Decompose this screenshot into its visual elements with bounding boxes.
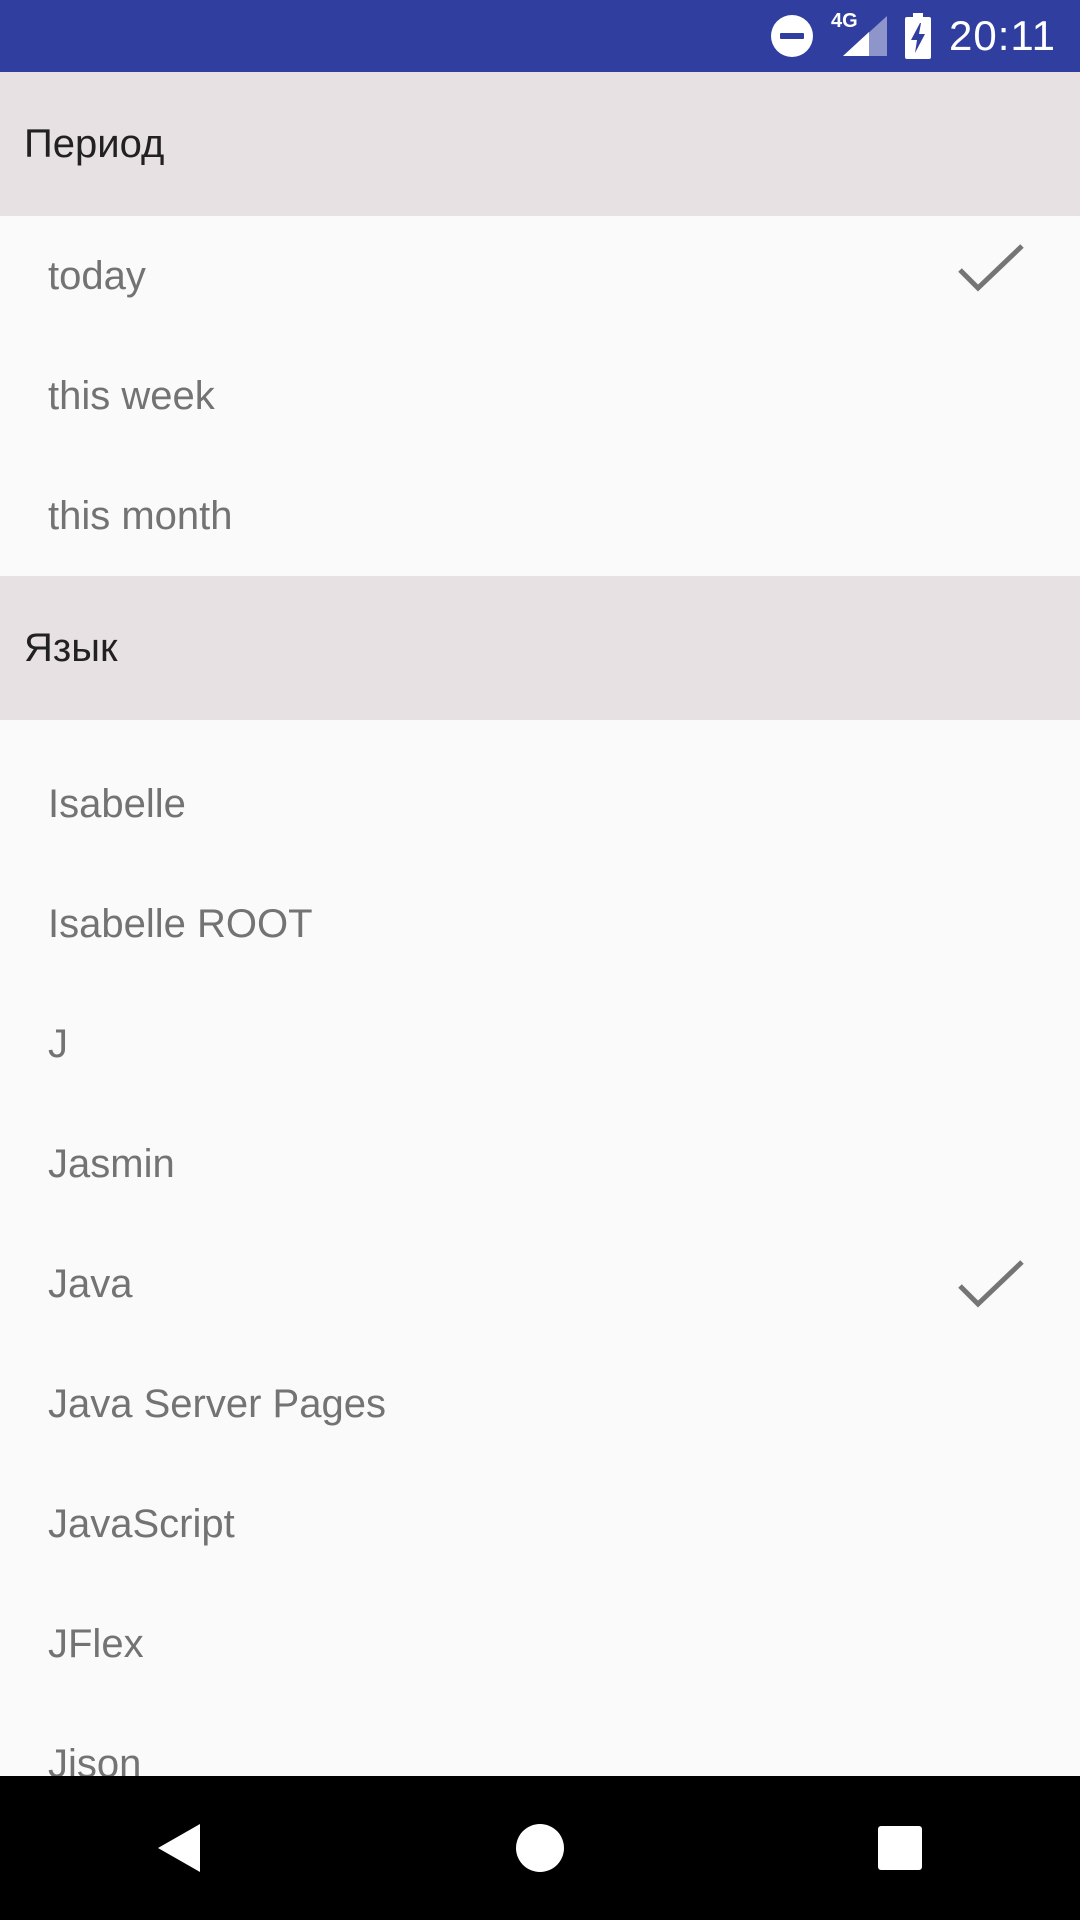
list-item-label: today <box>48 254 146 298</box>
home-icon <box>516 1824 564 1872</box>
list-item-label: Jison <box>48 1741 142 1777</box>
section-title-language: Язык <box>24 625 118 670</box>
back-icon <box>158 1824 200 1872</box>
list-item-isabelle[interactable]: Isabelle <box>0 744 1080 864</box>
list-item-label: JFlex <box>48 1621 144 1666</box>
list-item-java-server-pages[interactable]: Java Server Pages <box>0 1344 1080 1464</box>
recents-icon <box>878 1826 922 1870</box>
list-item-javascript[interactable]: JavaScript <box>0 1464 1080 1584</box>
list-item-jasmin[interactable]: Jasmin <box>0 1104 1080 1224</box>
list-item-this-week[interactable]: this week <box>0 336 1080 456</box>
list-item-label: this week <box>48 373 215 418</box>
list-item-jison[interactable]: Jison <box>0 1704 1080 1777</box>
list-item-label: J <box>48 1021 68 1066</box>
list-item-label: this month <box>48 493 233 538</box>
do-not-disturb-icon <box>771 15 813 57</box>
list-item-label: Isabelle ROOT <box>48 901 313 946</box>
clock: 20:11 <box>949 12 1056 59</box>
filter-list[interactable]: Период today this week this month Язык I… <box>0 72 1080 1776</box>
list-item-today[interactable]: today <box>0 216 1080 336</box>
recents-button[interactable] <box>855 1803 945 1893</box>
list-item-jflex[interactable]: JFlex <box>0 1584 1080 1704</box>
list-item-label: Java Server Pages <box>48 1381 386 1426</box>
period-list: today this week this month <box>0 216 1080 576</box>
language-list: Isabelle Isabelle ROOT J Jasmin Java Jav… <box>0 720 1080 1776</box>
cell-signal-icon: 4G <box>831 10 887 58</box>
list-item-label: JavaScript <box>48 1501 235 1546</box>
battery-charging-icon <box>905 13 931 59</box>
check-icon <box>958 244 1024 292</box>
section-header-language: Язык <box>0 576 1080 720</box>
check-icon <box>958 1260 1024 1308</box>
list-item-label: Isabelle <box>48 781 186 826</box>
section-title-period: Период <box>24 121 165 166</box>
back-button[interactable] <box>135 1803 225 1893</box>
section-header-period: Период <box>0 72 1080 216</box>
home-button[interactable] <box>495 1803 585 1893</box>
navigation-bar <box>0 1776 1080 1920</box>
list-item-isabelle-root[interactable]: Isabelle ROOT <box>0 864 1080 984</box>
list-item-j[interactable]: J <box>0 984 1080 1104</box>
list-item-label: Jasmin <box>48 1141 175 1186</box>
status-bar: 4G 20:11 <box>0 0 1080 72</box>
list-item-java[interactable]: Java <box>0 1224 1080 1344</box>
list-item-label: Java <box>48 1261 133 1306</box>
list-item-this-month[interactable]: this month <box>0 456 1080 576</box>
status-icons: 4G 20:11 <box>771 0 1056 72</box>
